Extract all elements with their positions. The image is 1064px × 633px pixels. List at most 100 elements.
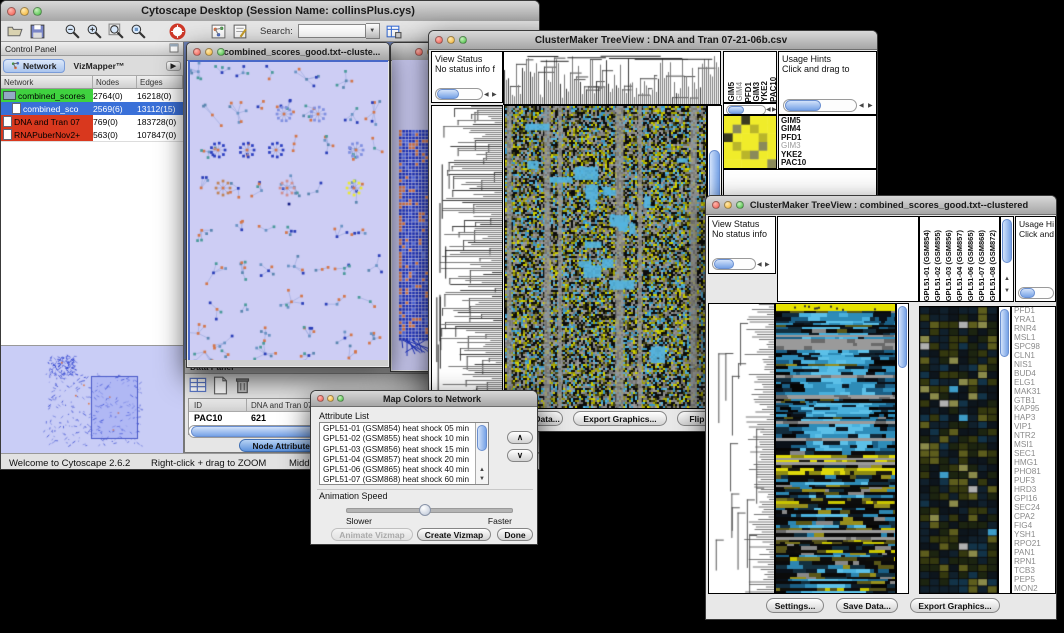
heatmap-column-label[interactable]: GPL51-01 (GSM854) bbox=[922, 230, 931, 301]
minimize-button[interactable] bbox=[724, 201, 732, 209]
zoom-fit-icon[interactable] bbox=[108, 23, 125, 40]
heatmap-column-label[interactable]: GPL51-07 (GSM868) bbox=[977, 230, 986, 301]
tab-network[interactable]: Network bbox=[3, 59, 65, 73]
treeview1-titlebar[interactable]: ClusterMaker TreeView : DNA and Tran 07-… bbox=[429, 31, 877, 50]
slider-thumb[interactable] bbox=[419, 504, 431, 516]
attribute-item[interactable]: GPL51-06 (GSM865) heat shock 40 min bbox=[320, 465, 488, 475]
attribute-item[interactable]: GPL51-07 (GSM868) heat shock 60 min bbox=[320, 475, 488, 485]
scroll-right-icon[interactable]: ▶ bbox=[492, 91, 497, 99]
search-input[interactable] bbox=[298, 24, 366, 38]
close-button[interactable] bbox=[435, 36, 443, 44]
id-column-header[interactable]: ID bbox=[189, 399, 247, 411]
attribute-list-vscrollbar[interactable]: ▲ ▼ bbox=[475, 423, 488, 484]
scroll-down-icon[interactable]: ▼ bbox=[1004, 287, 1010, 295]
done-button[interactable]: Done bbox=[497, 528, 533, 541]
close-button[interactable] bbox=[193, 48, 201, 56]
attribute-item[interactable]: GPL51-03 (GSM856) heat shock 15 min bbox=[320, 445, 488, 455]
close-button[interactable] bbox=[7, 7, 16, 16]
scroll-right-icon[interactable]: ▶ bbox=[868, 102, 873, 110]
tv2-zoom-vscrollbar[interactable] bbox=[998, 306, 1011, 594]
tab-vizmapper[interactable]: VizMapper™ bbox=[67, 60, 132, 72]
birds-eye-view[interactable] bbox=[1, 345, 183, 453]
tv2-column-labels[interactable]: GPL51-01 (GSM854)GPL51-02 (GSM855) GPL51-… bbox=[919, 216, 1000, 302]
zoom-in-icon[interactable] bbox=[86, 23, 103, 40]
animate-vizmap-button[interactable]: Animate Vizmap bbox=[331, 528, 413, 541]
scroll-left-icon[interactable]: ◀ bbox=[859, 102, 864, 110]
mini-heatmap-row-label[interactable]: PAC10 bbox=[779, 159, 876, 167]
export-graphics-button[interactable]: Export Graphics... bbox=[910, 598, 1000, 613]
new-attribute-icon[interactable] bbox=[211, 376, 228, 393]
save-data-button[interactable]: Save Data... bbox=[836, 598, 898, 613]
settings-button[interactable]: Settings... bbox=[766, 598, 824, 613]
scroll-right-icon[interactable]: ▶ bbox=[765, 261, 770, 269]
tv1-mini-heatmap[interactable] bbox=[723, 115, 777, 169]
tv2-heatmap-vscrollbar[interactable] bbox=[896, 303, 909, 594]
heatmap-column-label[interactable]: GPL51-06 (GSM865) bbox=[966, 230, 975, 301]
zoom-button[interactable] bbox=[736, 201, 744, 209]
move-down-button[interactable]: ∨ bbox=[507, 449, 533, 462]
scroll-left-icon[interactable]: ◀ bbox=[757, 261, 762, 269]
zoom-button[interactable] bbox=[33, 7, 42, 16]
network-row[interactable]: DNA and Tran 07 769(0) 183728(0) bbox=[1, 115, 183, 128]
move-up-button[interactable]: ∧ bbox=[507, 431, 533, 444]
close-button[interactable] bbox=[317, 395, 324, 402]
tab-overflow-button[interactable]: ▶ bbox=[166, 61, 181, 71]
scroll-up-icon[interactable]: ▲ bbox=[479, 466, 485, 474]
tv1-row-dendrogram[interactable] bbox=[431, 105, 503, 409]
scroll-right-icon[interactable]: ▶ bbox=[772, 106, 777, 114]
vscroll-thumb[interactable] bbox=[1002, 219, 1012, 263]
heatmap-column-label[interactable]: PAC10 bbox=[769, 77, 776, 102]
minimize-button[interactable] bbox=[20, 7, 29, 16]
annotation-icon[interactable] bbox=[232, 23, 249, 40]
attribute-item[interactable]: GPL51-01 (GSM854) heat shock 05 min bbox=[320, 424, 488, 434]
heatmap-column-label[interactable]: YKE2 bbox=[760, 81, 767, 102]
treeview2-titlebar[interactable]: ClusterMaker TreeView : combined_scores_… bbox=[706, 196, 1056, 215]
view-status-hscrollbar[interactable] bbox=[712, 258, 756, 270]
close-button[interactable] bbox=[415, 48, 423, 56]
main-titlebar[interactable]: Cytoscape Desktop (Session Name: collins… bbox=[1, 1, 539, 22]
tv2-column-scrollbar[interactable]: ▲ ▼ bbox=[1000, 216, 1014, 302]
network-overview-canvas[interactable] bbox=[1, 346, 182, 453]
usage-hints-hscrollbar[interactable] bbox=[783, 99, 857, 112]
heatmap-column-label[interactable]: GIM4 bbox=[735, 82, 742, 102]
tv2-heatmap[interactable] bbox=[775, 303, 896, 594]
heatmap-column-label[interactable]: GPL51-04 (GSM857) bbox=[955, 230, 964, 301]
attribute-select-icon[interactable] bbox=[189, 376, 206, 393]
network-row[interactable]: combined_sco 2569(6) 13112(15) bbox=[1, 102, 183, 115]
minimize-button[interactable] bbox=[447, 36, 455, 44]
minimize-button[interactable] bbox=[327, 395, 334, 402]
tv2-zoom-heatmap[interactable] bbox=[919, 306, 998, 594]
scroll-left-icon[interactable]: ◀ bbox=[484, 91, 489, 99]
zoom-out-icon[interactable] bbox=[64, 23, 81, 40]
scroll-left-icon[interactable]: ◀ bbox=[766, 106, 771, 114]
tv1-column-labels[interactable]: GIM5GIM4PFD1GIM3YKE2PAC10 bbox=[723, 51, 777, 103]
attribute-browser-icon[interactable] bbox=[385, 23, 402, 40]
vscroll-thumb[interactable] bbox=[1000, 309, 1009, 357]
animation-speed-slider[interactable] bbox=[346, 508, 513, 513]
heatmap-column-label[interactable]: GPL51-02 (GSM855) bbox=[933, 230, 942, 301]
mini-hscrollbar[interactable] bbox=[726, 105, 766, 115]
tv1-column-dendrogram[interactable] bbox=[503, 51, 721, 105]
heatmap-column-label[interactable]: GPL51-08 (GSM872) bbox=[988, 230, 997, 301]
heatmap-column-label[interactable]: PFD1 bbox=[744, 82, 751, 102]
heatmap-column-label[interactable]: GIM3 bbox=[752, 82, 759, 102]
save-icon[interactable] bbox=[29, 23, 46, 40]
attribute-item[interactable]: GPL51-04 (GSM857) heat shock 20 min bbox=[320, 455, 488, 465]
tv2-column-dendrogram-area[interactable] bbox=[777, 216, 919, 302]
zoom-button[interactable] bbox=[217, 48, 225, 56]
zoom-button[interactable] bbox=[337, 395, 344, 402]
open-file-icon[interactable] bbox=[7, 23, 24, 40]
dialog-titlebar[interactable]: Map Colors to Network bbox=[311, 391, 537, 407]
scroll-down-icon[interactable]: ▼ bbox=[479, 475, 485, 483]
usage-hints-hscrollbar[interactable] bbox=[1018, 287, 1054, 299]
search-dropdown-button[interactable]: ▼ bbox=[366, 23, 380, 39]
vscroll-thumb[interactable] bbox=[898, 306, 907, 368]
tv2-row-dendrogram[interactable] bbox=[708, 303, 775, 594]
network-row[interactable]: combined_scores 2764(0) 16218(0) bbox=[1, 89, 183, 102]
vscroll-thumb[interactable] bbox=[477, 425, 487, 451]
close-button[interactable] bbox=[712, 201, 720, 209]
network-window-titlebar[interactable]: combined_scores_good.txt--cluste... bbox=[187, 43, 389, 61]
tv1-heatmap[interactable] bbox=[504, 105, 707, 409]
export-graphics-button[interactable]: Export Graphics... bbox=[573, 411, 667, 426]
delete-attribute-icon[interactable] bbox=[233, 376, 250, 393]
